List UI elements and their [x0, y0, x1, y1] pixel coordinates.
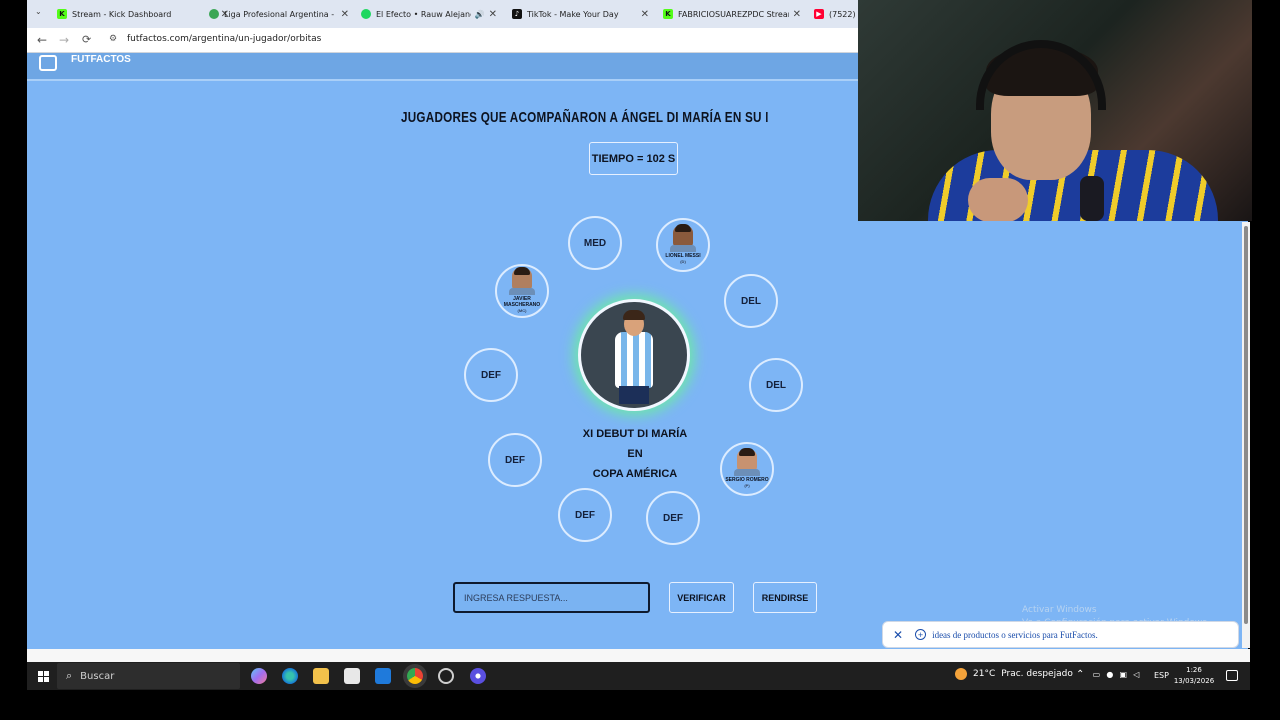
player-shirt — [615, 332, 653, 388]
site-logo-text[interactable]: FUTFACTOS — [71, 54, 131, 65]
tab-close-icon[interactable]: ✕ — [489, 9, 497, 20]
back-icon[interactable]: ← — [37, 33, 47, 47]
toast-text[interactable]: ideas de productos o servicios para FutF… — [932, 630, 1098, 640]
forward-icon[interactable]: → — [59, 33, 69, 47]
volume-icon[interactable]: ◁ — [1133, 670, 1139, 679]
tab-close-icon[interactable]: ✕ — [793, 9, 801, 20]
verify-button[interactable]: VERIFICAR — [669, 582, 734, 613]
orbit-slot-def[interactable]: DEF — [464, 348, 518, 402]
taskbar-search[interactable]: ⌕ Buscar — [57, 663, 240, 689]
spotify-icon — [361, 9, 371, 19]
windows-taskbar: ⌕ Buscar 21°C Prac. despejado ⌃ ▭ ● ▣ ◁ … — [27, 662, 1250, 690]
scrollbar-thumb[interactable] — [1244, 226, 1248, 624]
browser-tab[interactable]: K Stream - Kick Dashboard ✕ — [57, 4, 229, 24]
center-player-photo — [578, 299, 690, 411]
site-info-icon[interactable]: ⚙ — [109, 34, 117, 44]
chevron-up-icon[interactable]: ⌃ — [1076, 669, 1084, 680]
soccer-ball-icon — [209, 9, 219, 19]
page-title: JUGADORES QUE ACOMPAÑARON A ÁNGEL DI MAR… — [401, 109, 768, 126]
reload-icon[interactable]: ⟳ — [82, 33, 91, 46]
language-indicator[interactable]: ESP — [1154, 671, 1169, 680]
orbit-slot-def[interactable]: DEF — [558, 488, 612, 542]
browser-tab[interactable]: ▶ (7522) Yo — [814, 4, 858, 24]
chrome-icon[interactable] — [407, 668, 423, 684]
orbit-slot-romero[interactable]: SERGIO ROMERO (P) — [720, 442, 774, 496]
player-photo — [670, 223, 696, 252]
orbit-slot-messi[interactable]: LIONEL MESSI (D) — [656, 218, 710, 272]
weather-widget[interactable]: 21°C Prac. despejado — [955, 668, 1073, 680]
futfactos-logo-icon[interactable] — [39, 55, 57, 71]
player-shorts — [619, 386, 649, 404]
battery-icon[interactable]: ▭ — [1093, 670, 1101, 679]
windows-start-icon[interactable] — [38, 671, 49, 682]
headset-icon — [976, 40, 1106, 110]
page-scrollbar[interactable] — [1242, 222, 1250, 648]
browser-tab-bar: ⌄ K Stream - Kick Dashboard ✕ Liga Profe… — [27, 0, 858, 28]
webcam-hand — [968, 178, 1028, 221]
timer-badge: TIEMPO = 102 S — [589, 142, 678, 175]
tab-close-icon[interactable]: ✕ — [341, 9, 349, 20]
microphone-icon[interactable]: ● — [1106, 670, 1113, 679]
player-photo — [734, 447, 760, 476]
webcam-overlay — [858, 0, 1252, 221]
orbit-slot-del[interactable]: DEL — [749, 358, 803, 412]
player-hair — [623, 310, 645, 320]
player-photo — [509, 266, 535, 295]
plus-circle-icon: + — [915, 629, 927, 640]
file-explorer-icon[interactable] — [313, 668, 329, 684]
orbit-slot-mascherano[interactable]: JAVIER MASCHERANO (MC) — [495, 264, 549, 318]
browser-tab[interactable]: K FABRICIOSUAREZPDC Stream - ✕ — [663, 4, 801, 24]
address-bar-row: ← → ⟳ ⚙ futfactos.com/argentina/un-jugad… — [27, 28, 858, 53]
tiktok-icon: ♪ — [512, 9, 522, 19]
close-icon[interactable]: ✕ — [893, 628, 903, 642]
tab-list-chevron-icon[interactable]: ⌄ — [35, 7, 42, 16]
orbit-slot-def[interactable]: DEF — [646, 491, 700, 545]
browser-tab[interactable]: El Efecto • Rauw Alejandro 🔊 ✕ — [361, 4, 497, 24]
answer-input[interactable] — [453, 582, 650, 613]
browser-tab[interactable]: Liga Profesional Argentina - PC ✕ — [209, 4, 349, 24]
search-icon: ⌕ — [66, 669, 73, 682]
window-bottom-edge — [27, 649, 1250, 662]
orbit-slot-med[interactable]: MED — [568, 216, 622, 270]
obs-icon[interactable] — [438, 668, 454, 684]
url-field[interactable]: futfactos.com/argentina/un-jugador/orbit… — [127, 34, 321, 44]
speaker-icon[interactable]: 🔊 — [475, 10, 485, 19]
notification-icon[interactable] — [1226, 670, 1238, 681]
system-tray[interactable]: ⌃ ▭ ● ▣ ◁ — [1076, 669, 1139, 680]
store-icon[interactable] — [344, 668, 360, 684]
microphone-icon — [1080, 176, 1104, 221]
mail-icon[interactable] — [375, 668, 391, 684]
kick-icon: K — [57, 9, 67, 19]
center-label: XI DEBUT DI MARÍA EN COPA AMÉRICA — [582, 428, 688, 480]
clock[interactable]: 1:26 13/03/2026 — [1173, 665, 1215, 687]
browser-tab[interactable]: ♪ TikTok - Make Your Day ✕ — [512, 4, 649, 24]
weather-sun-icon — [955, 668, 967, 680]
copilot-icon[interactable] — [251, 668, 267, 684]
network-icon[interactable]: ▣ — [1120, 670, 1128, 679]
orbit-slot-def[interactable]: DEF — [488, 433, 542, 487]
youtube-icon: ▶ — [814, 9, 824, 19]
notification-toast: ✕ + ideas de productos o servicios para … — [882, 621, 1239, 648]
kick-icon: K — [663, 9, 673, 19]
streaming-app-icon[interactable] — [470, 668, 486, 684]
edge-icon[interactable] — [282, 668, 298, 684]
orbit-slot-del[interactable]: DEL — [724, 274, 778, 328]
tab-close-icon[interactable]: ✕ — [641, 9, 649, 20]
give-up-button[interactable]: RENDIRSE — [753, 582, 817, 613]
